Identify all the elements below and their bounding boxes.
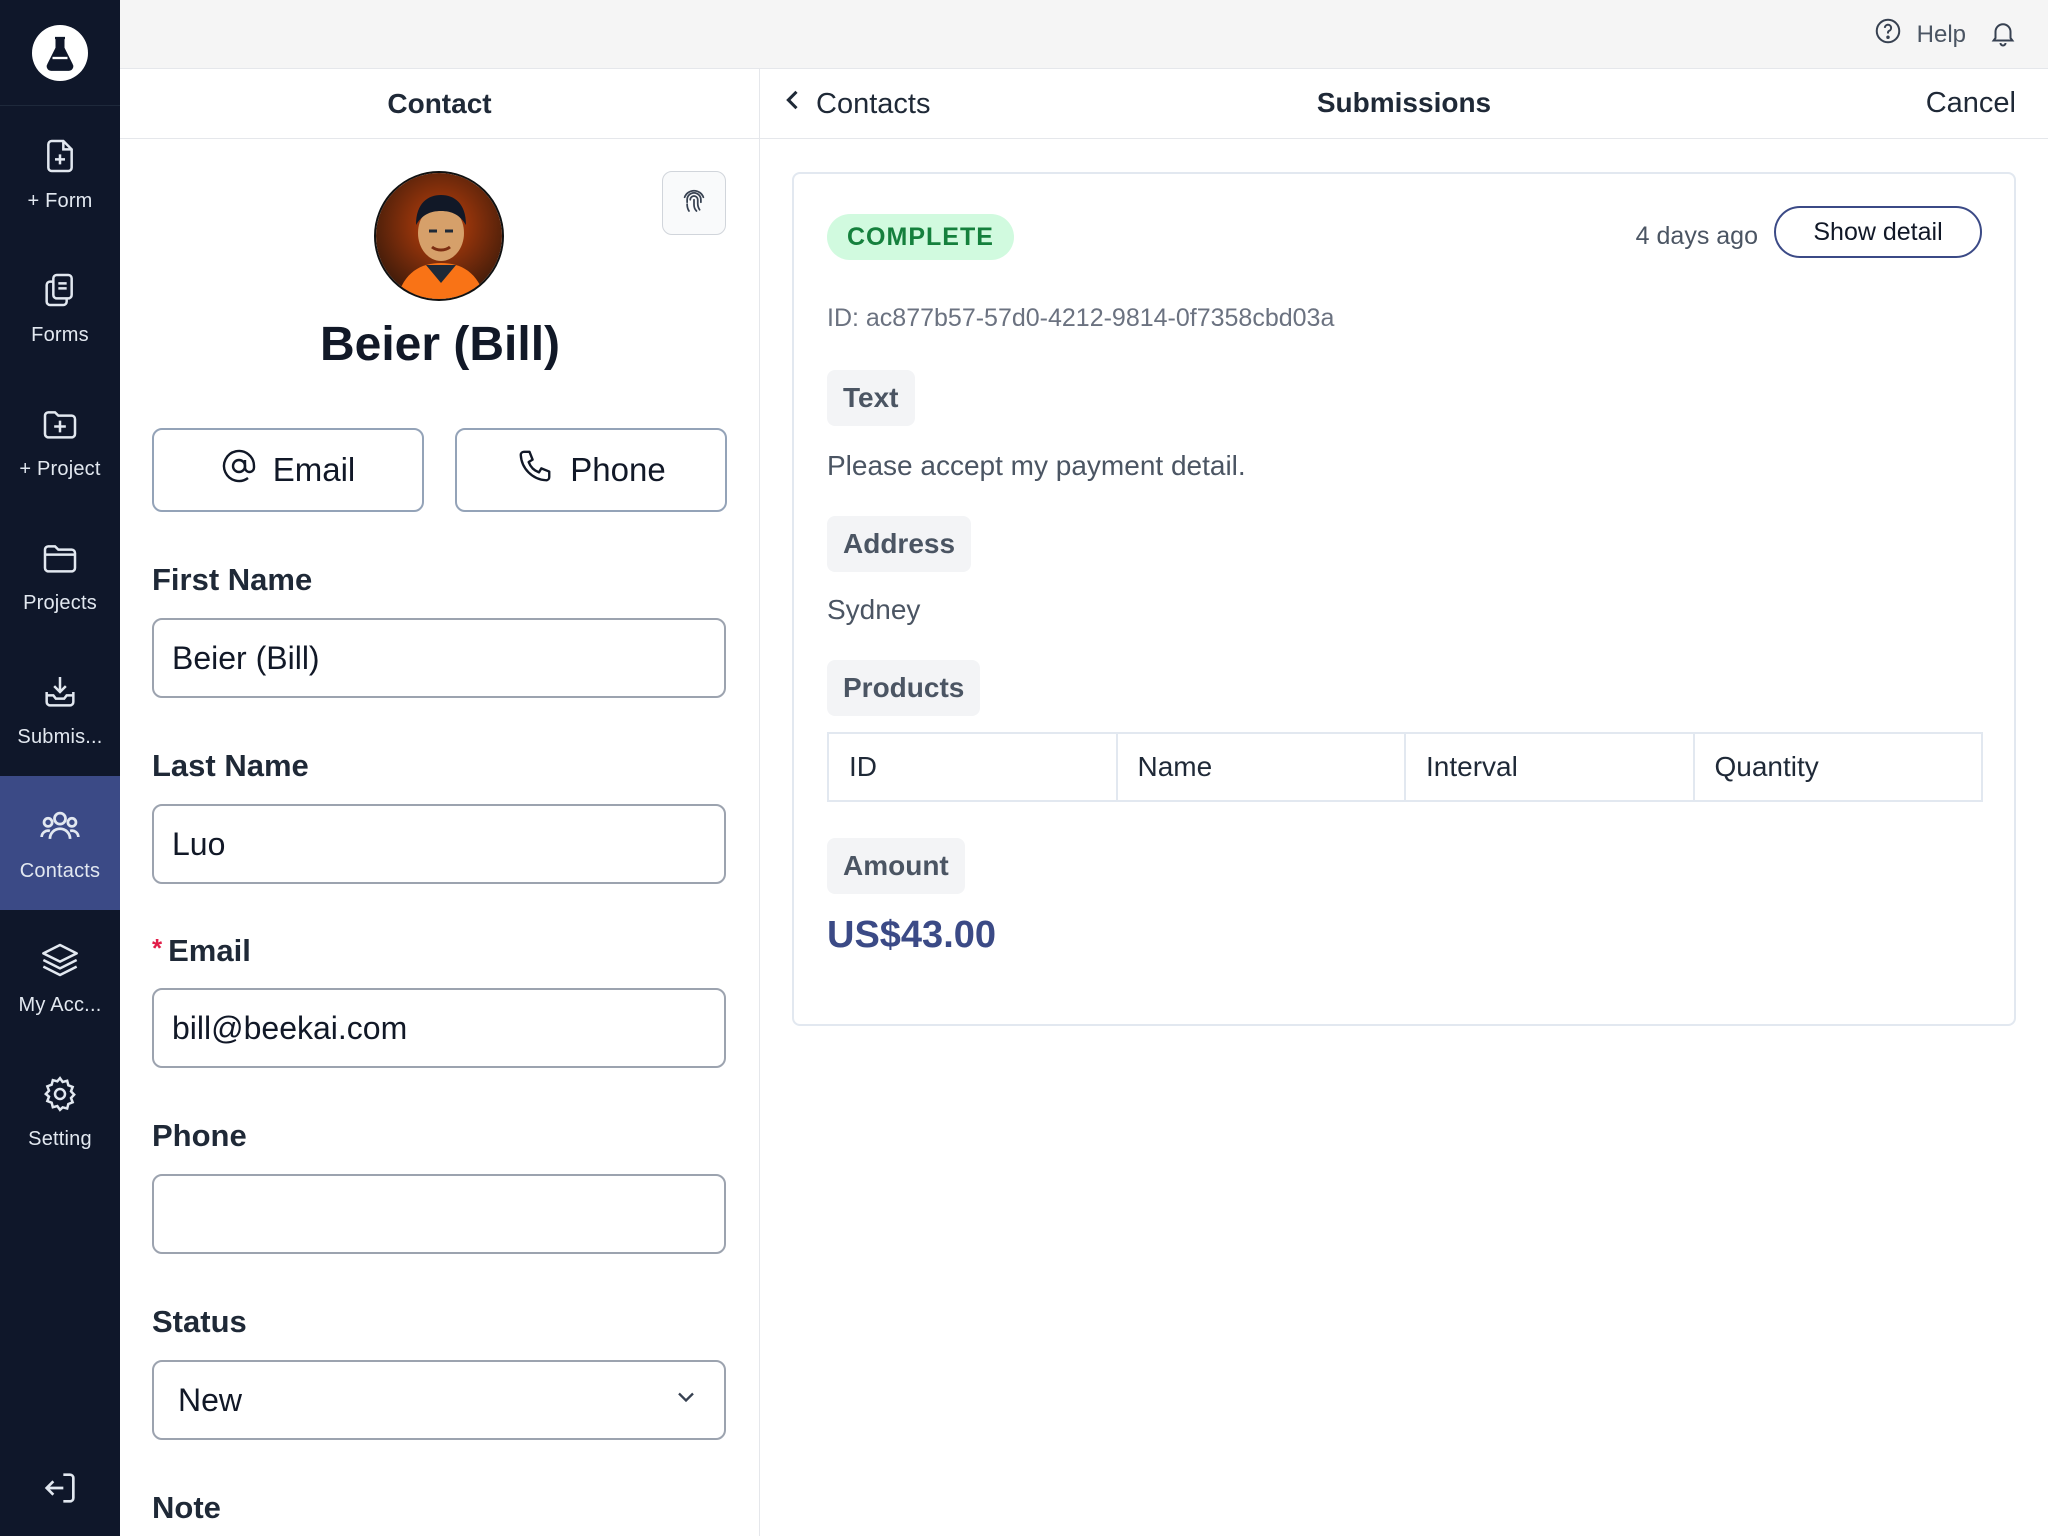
sidebar-item-label: Setting: [28, 1127, 92, 1150]
cancel-button[interactable]: Cancel: [1926, 87, 2016, 120]
sidebar-item-label: My Acc...: [18, 993, 102, 1016]
sidebar-item-my-account[interactable]: My Acc...: [0, 910, 120, 1044]
sidebar-item-projects[interactable]: Projects: [0, 508, 120, 642]
first-name-field[interactable]: Beier (Bill): [152, 618, 726, 698]
fingerprint-icon: [679, 186, 709, 221]
fingerprint-button[interactable]: [662, 171, 726, 235]
sidebar-item-label: Contacts: [19, 859, 101, 882]
products-field-tag: Products: [827, 660, 981, 716]
sidebar-item-label: + Form: [27, 189, 93, 212]
submission-card: COMPLETE 4 days ago Show detail ID: ac87…: [792, 172, 2016, 1026]
amount-value: US$43.00: [827, 914, 997, 956]
top-bar: Help: [120, 0, 2048, 69]
address-field-tag: Address: [827, 516, 972, 572]
sidebar-item-label: Projects: [23, 591, 97, 614]
phone-label: Phone: [152, 1118, 247, 1153]
table-header-id: ID: [829, 734, 1118, 800]
help-button[interactable]: Help: [1873, 16, 1966, 53]
submissions-title: Submissions: [1316, 87, 1492, 118]
note-label: Note: [152, 1490, 221, 1525]
help-label: Help: [1916, 20, 1966, 48]
phone-button[interactable]: Phone: [455, 428, 727, 512]
email-label-group: * Email: [152, 933, 251, 969]
submission-time: 4 days ago: [1635, 222, 1758, 250]
text-field-value: Please accept my payment detail.: [827, 450, 1246, 481]
text-field-tag: Text: [827, 370, 915, 426]
status-badge: COMPLETE: [827, 214, 1014, 260]
contact-panel-title: Contact: [120, 69, 759, 139]
status-label: Status: [152, 1304, 247, 1339]
layers-icon: [38, 938, 82, 982]
sidebar-item-submissions[interactable]: Submis...: [0, 642, 120, 776]
sidebar: + Form Forms + Project Projects Submis..…: [0, 0, 120, 1536]
sidebar-item-contacts[interactable]: Contacts: [0, 776, 120, 910]
products-table: ID Name Interval Quantity: [827, 732, 1983, 802]
folder-plus-icon: [38, 402, 82, 446]
sidebar-item-forms[interactable]: Forms: [0, 240, 120, 374]
gear-icon: [38, 1072, 82, 1116]
phone-button-label: Phone: [570, 451, 666, 488]
sidebar-item-label: Submis...: [17, 725, 103, 748]
inbox-download-icon: [38, 670, 82, 714]
users-icon: [38, 804, 82, 848]
file-plus-icon: [38, 134, 82, 178]
sidebar-item-add-project[interactable]: + Project: [0, 374, 120, 508]
contact-name: Beier (Bill): [319, 318, 561, 371]
status-select[interactable]: New: [152, 1360, 726, 1440]
logout-icon[interactable]: [38, 1466, 82, 1510]
chevron-down-icon: [672, 1382, 700, 1419]
submissions-panel: Contacts Submissions Cancel COMPLETE 4 d…: [760, 69, 2048, 1536]
address-field-value: Sydney: [827, 594, 921, 625]
sidebar-item-label: Forms: [31, 323, 89, 346]
amount-field-tag: Amount: [827, 838, 965, 894]
back-to-contacts-button[interactable]: Contacts: [782, 86, 930, 122]
submissions-header: Contacts Submissions Cancel: [760, 69, 2048, 139]
at-sign-icon: [221, 448, 257, 492]
last-name-label: Last Name: [152, 748, 309, 783]
avatar: [374, 171, 504, 301]
flask-logo-icon[interactable]: [32, 24, 88, 81]
sidebar-item-label: + Project: [19, 457, 101, 480]
email-button[interactable]: Email: [152, 428, 424, 512]
last-name-field[interactable]: Luo: [152, 804, 726, 884]
sidebar-item-add-form[interactable]: + Form: [0, 106, 120, 240]
show-detail-button[interactable]: Show detail: [1774, 206, 1982, 258]
chevron-left-icon: [782, 86, 804, 122]
required-mark: *: [152, 933, 163, 963]
table-header-name: Name: [1118, 734, 1406, 800]
back-label: Contacts: [816, 87, 931, 120]
logo-area: [0, 0, 120, 106]
folder-icon: [38, 536, 82, 580]
question-circle-icon: [1873, 16, 1903, 53]
email-button-label: Email: [272, 451, 356, 488]
email-field[interactable]: bill@beekai.com: [152, 988, 726, 1068]
table-header-quantity: Quantity: [1714, 751, 1819, 782]
bell-icon[interactable]: [1986, 16, 2020, 50]
table-header-interval: Interval: [1406, 734, 1695, 800]
copy-icon: [38, 268, 82, 312]
submission-id: ID: ac877b57-57d0-4212-9814-0f7358cbd03a: [827, 304, 1335, 332]
email-label: Email: [168, 933, 251, 968]
phone-icon: [516, 447, 554, 493]
sidebar-item-setting[interactable]: Setting: [0, 1044, 120, 1178]
phone-field[interactable]: [152, 1174, 726, 1254]
contact-panel: Contact Beier (Bill) Email Phone First N…: [120, 69, 760, 1536]
first-name-label: First Name: [152, 562, 313, 597]
status-value: New: [178, 1381, 243, 1418]
